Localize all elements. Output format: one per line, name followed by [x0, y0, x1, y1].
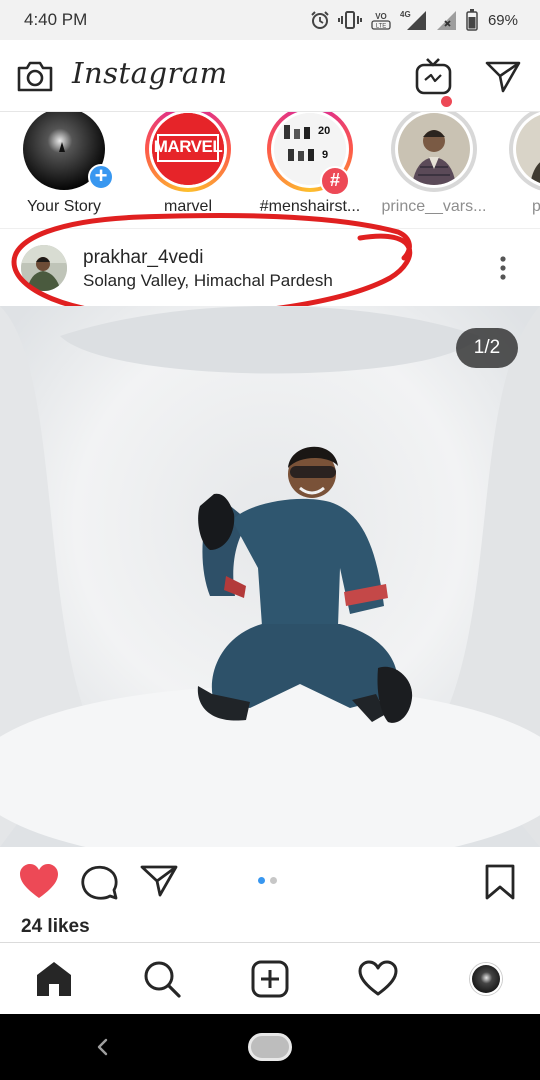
- more-options-icon[interactable]: [492, 253, 514, 283]
- battery-icon: [466, 9, 478, 31]
- bottom-nav: [0, 942, 540, 1014]
- carousel-dot-active: [258, 877, 265, 884]
- home-icon[interactable]: [34, 959, 74, 999]
- signal-no-service-icon: [436, 9, 458, 31]
- system-navigation-bar: [0, 1014, 540, 1080]
- story-avatar: [398, 113, 470, 185]
- story-menshairstyle[interactable]: 20 9 # #menshairst...: [260, 112, 360, 228]
- signal-4g-icon: 4G: [400, 9, 428, 31]
- marvel-logo-text: MARVEL: [153, 137, 223, 156]
- stories-tray: + Your Story MARVEL marvel 20 9 # #mensh…: [0, 112, 540, 228]
- alarm-icon: [310, 10, 330, 30]
- story-number-20: 20: [318, 125, 331, 137]
- svg-text:4G: 4G: [400, 10, 411, 19]
- svg-text:LTE: LTE: [376, 24, 387, 30]
- direct-message-icon[interactable]: [484, 58, 522, 94]
- notification-dot: [441, 96, 452, 107]
- top-bar: Instagram: [0, 40, 540, 112]
- post-image: [0, 306, 540, 847]
- svg-text:VO: VO: [375, 12, 387, 21]
- activity-heart-icon[interactable]: [358, 959, 398, 999]
- story-ring: MARVEL: [145, 112, 231, 192]
- hashtag-icon: #: [320, 166, 350, 196]
- story-label: prince__vars...: [381, 198, 487, 215]
- new-post-icon[interactable]: [250, 959, 290, 999]
- story-prakh[interactable]: prakh: [502, 112, 540, 228]
- post-photo[interactable]: 1/2: [0, 306, 540, 847]
- volte-icon: VO LTE: [370, 9, 392, 31]
- story-ring: [509, 112, 540, 192]
- story-ring: [391, 112, 477, 192]
- igtv-icon[interactable]: [414, 56, 454, 96]
- story-your-story[interactable]: + Your Story: [14, 112, 114, 228]
- status-bar: 4:40 PM VO LTE 4G 69%: [0, 0, 540, 40]
- story-number-9: 9: [322, 149, 329, 161]
- story-marvel[interactable]: MARVEL marvel: [138, 112, 238, 228]
- like-heart-icon[interactable]: [19, 863, 59, 901]
- story-prince-vars[interactable]: prince__vars...: [382, 112, 486, 228]
- back-chevron-icon[interactable]: [90, 1034, 116, 1060]
- profile-avatar[interactable]: [470, 963, 502, 995]
- post-author-avatar[interactable]: [21, 245, 67, 291]
- post-username[interactable]: prakhar_4vedi: [83, 247, 203, 269]
- search-icon[interactable]: [142, 959, 182, 999]
- bookmark-icon[interactable]: [482, 863, 522, 901]
- status-time: 4:40 PM: [24, 10, 88, 29]
- app-brand-logo: Instagram: [72, 56, 228, 90]
- post-location[interactable]: Solang Valley, Himachal Pardesh: [83, 271, 333, 291]
- share-icon[interactable]: [140, 863, 180, 901]
- carousel-dot: [270, 877, 277, 884]
- status-icons: VO LTE 4G 69%: [310, 8, 518, 32]
- story-label: prakh: [531, 198, 540, 215]
- battery-percentage: 69%: [487, 11, 518, 29]
- add-story-icon[interactable]: +: [88, 164, 114, 190]
- likes-count[interactable]: 24 likes: [21, 916, 90, 938]
- home-pill-button[interactable]: [248, 1033, 292, 1061]
- vibrate-icon: [337, 10, 362, 30]
- carousel-counter: 1/2: [456, 328, 518, 368]
- story-avatar: [516, 113, 540, 185]
- camera-icon[interactable]: [16, 58, 54, 94]
- story-avatar: MARVEL: [152, 113, 224, 185]
- post-header: prakhar_4vedi Solang Valley, Himachal Pa…: [0, 228, 540, 306]
- story-label: #menshairst...: [259, 198, 361, 215]
- carousel-indicator: [258, 877, 277, 884]
- story-label: Your Story: [26, 198, 102, 215]
- post-actions: [0, 847, 540, 917]
- story-label: marvel: [163, 198, 212, 215]
- comment-icon[interactable]: [80, 863, 120, 901]
